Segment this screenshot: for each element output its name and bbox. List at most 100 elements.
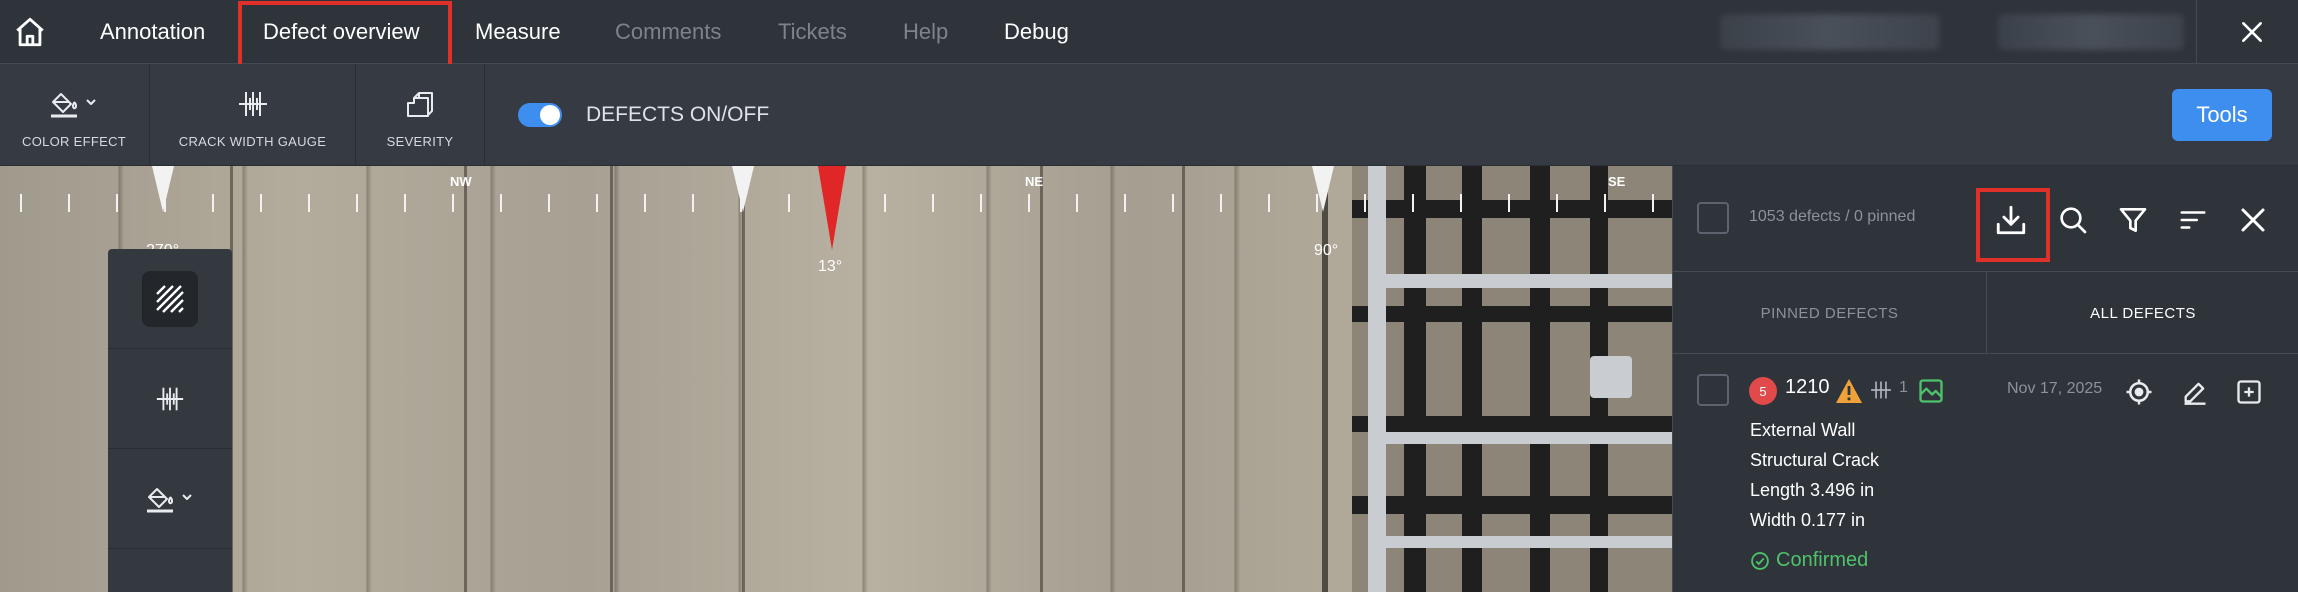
compass-tick	[596, 194, 598, 212]
defect-date: Nov 17, 2025	[2007, 380, 2103, 397]
compass-tick	[212, 194, 214, 212]
compass-tick	[1652, 194, 1654, 212]
wall-seam	[610, 166, 613, 592]
image-icon[interactable]	[1917, 377, 1945, 410]
compass-marker-w	[152, 166, 174, 212]
add-icon[interactable]	[2229, 372, 2269, 412]
status-label: Confirmed	[1776, 549, 1869, 571]
sort-icon[interactable]	[2169, 196, 2217, 244]
compass-tick	[692, 194, 694, 212]
check-circle-icon	[1751, 551, 1769, 570]
compass-tick	[1076, 194, 1078, 212]
paint-bucket-icon	[51, 92, 96, 117]
compass-tick	[884, 194, 886, 212]
compass-tick	[1124, 194, 1126, 212]
close-icon[interactable]	[2232, 12, 2272, 52]
compass-tick	[68, 194, 70, 212]
crack-width-gauge-label: CRACK WIDTH GAUGE	[178, 133, 327, 149]
crack-width-icon	[1869, 378, 1893, 407]
tab-debug[interactable]: Debug	[1004, 0, 1069, 64]
compass-tick	[116, 194, 118, 212]
defect-location: External Wall	[1750, 420, 1856, 440]
compass-ne-label: NE	[1025, 174, 1044, 189]
compass-tick	[308, 194, 310, 212]
wall-seam	[464, 166, 467, 592]
edit-icon[interactable]	[2175, 372, 2215, 412]
crack-width-gauge-button[interactable]: CRACK WIDTH GAUGE	[150, 64, 355, 166]
panel-tabs: PINNED DEFECTS ALL DEFECTS	[1673, 272, 2298, 354]
compass-tick	[1220, 194, 1222, 212]
compass-tick	[500, 194, 502, 212]
filter-icon[interactable]	[2109, 196, 2157, 244]
compass-tick	[404, 194, 406, 212]
compass-tick	[980, 194, 982, 212]
hatch-overlay-button[interactable]	[108, 249, 232, 349]
toolbar: COLOR EFFECT CRACK WIDTH GAUGE SEVERITY	[0, 64, 2298, 166]
tab-annotation[interactable]: Annotation	[100, 0, 205, 64]
compass-tick	[548, 194, 550, 212]
compass-tick	[788, 194, 790, 212]
defects-toggle[interactable]	[518, 103, 562, 127]
crack-gauge-icon	[156, 387, 184, 410]
hatch-icon	[156, 284, 184, 313]
tab-pinned-defects[interactable]: PINNED DEFECTS	[1673, 272, 1986, 354]
defect-status: Confirmed	[1750, 549, 1868, 572]
severity-button[interactable]: SEVERITY	[356, 64, 484, 166]
viewer-side-toolbar	[108, 249, 232, 592]
wall-seam	[742, 166, 745, 592]
blurred-project-info	[1998, 14, 2184, 50]
defect-checkbox[interactable]	[1697, 374, 1729, 406]
image-viewer[interactable]: NW NE SE 13° 90° 270°	[0, 166, 1672, 592]
download-highlight	[1976, 188, 2050, 262]
wall-seam	[1040, 166, 1043, 592]
compass-tick	[20, 194, 22, 212]
compass-tick	[1028, 194, 1030, 212]
locate-icon[interactable]	[2119, 372, 2159, 412]
compass-needle	[818, 166, 846, 250]
layers-icon	[407, 91, 433, 117]
search-icon[interactable]	[2049, 196, 2097, 244]
crack-gauge-icon	[238, 91, 267, 116]
defect-count: 1053 defects / 0 pinned	[1749, 208, 1916, 225]
defect-list-item[interactable]: 5 1210 1 Nov 17, 2025 External Wall Stru…	[1673, 354, 2298, 592]
paint-bucket-icon	[147, 487, 192, 512]
compass-tick	[1556, 194, 1558, 212]
defect-overview-highlight	[238, 1, 452, 68]
tab-measure[interactable]: Measure	[475, 0, 561, 64]
close-panel-icon[interactable]	[2229, 196, 2277, 244]
home-icon[interactable]	[10, 12, 50, 52]
wall-seam	[1182, 166, 1185, 592]
select-all-checkbox[interactable]	[1697, 202, 1729, 234]
warning-icon	[1835, 378, 1863, 409]
compass-90-mark: 90°	[1314, 242, 1339, 259]
defect-id: 1210	[1785, 376, 1830, 398]
compass-tick	[1508, 194, 1510, 212]
compass-marker-e	[1312, 166, 1334, 212]
tab-help[interactable]: Help	[903, 0, 948, 64]
severity-label: SEVERITY	[386, 133, 454, 149]
toggle-knob	[540, 105, 560, 125]
tab-tickets[interactable]: Tickets	[778, 0, 847, 64]
tab-all-defects[interactable]: ALL DEFECTS	[1987, 272, 2298, 354]
compass-tick	[1412, 194, 1414, 212]
width-count: 1	[1899, 379, 1908, 396]
tools-button[interactable]: Tools	[2172, 89, 2272, 141]
tab-comments[interactable]: Comments	[615, 0, 721, 64]
divider	[484, 64, 485, 166]
defect-width: Width 0.177 in	[1750, 510, 1866, 530]
divider	[2196, 0, 2197, 64]
compass-tick	[1364, 194, 1366, 212]
side-color-effect-button[interactable]	[108, 449, 232, 549]
compass-tick	[1604, 194, 1606, 212]
color-effect-label: COLOR EFFECT	[22, 133, 126, 149]
color-effect-button[interactable]: COLOR EFFECT	[0, 64, 148, 166]
defects-toggle-label: DEFECTS ON/OFF	[586, 103, 770, 126]
compass-nw-label: NW	[450, 174, 472, 189]
compass-marker-w2	[732, 166, 754, 212]
side-crack-gauge-button[interactable]	[108, 349, 232, 449]
top-navigation: Annotation Defect overview Measure Comme…	[0, 0, 2298, 68]
compass-tick	[1172, 194, 1174, 212]
compass-se-label: SE	[1608, 174, 1626, 189]
scaffold-area	[1352, 166, 1672, 592]
compass-tick	[644, 194, 646, 212]
